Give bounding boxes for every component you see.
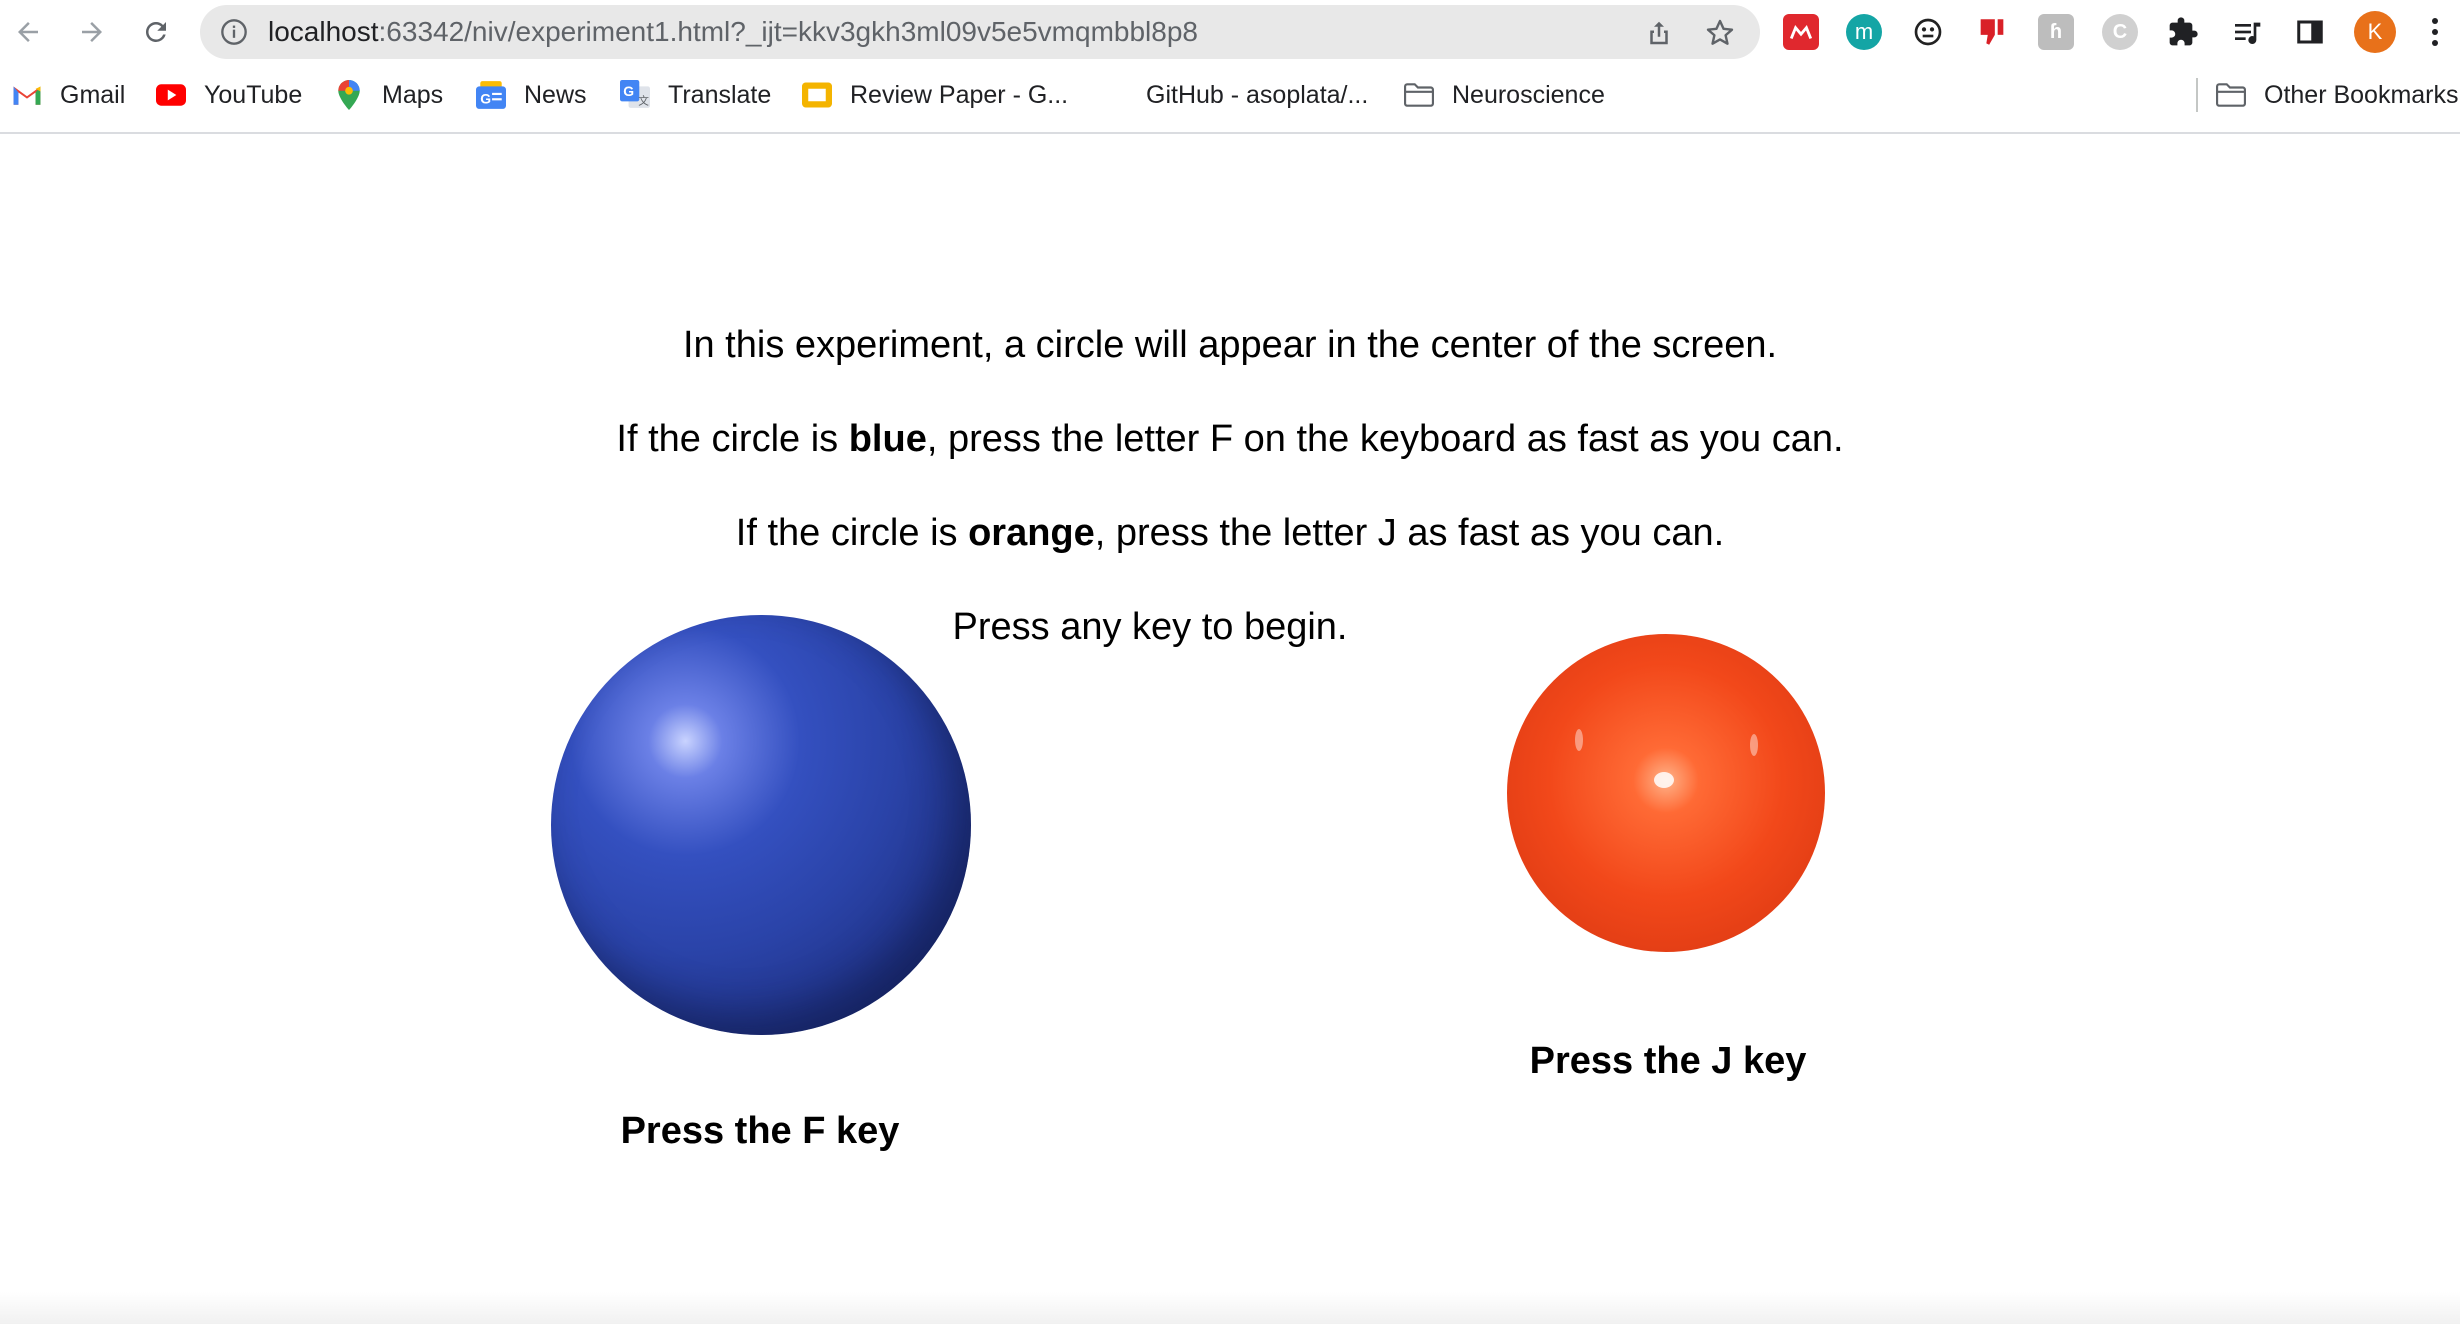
puzzle-face-glyph-icon [1914, 18, 1942, 46]
thumbs-down-glyph-icon [1980, 19, 2004, 45]
bookmark-label: YouTube [204, 80, 303, 109]
github-icon [1098, 80, 1128, 110]
bookmark-label: Translate [668, 80, 772, 109]
bookmark-github[interactable]: GitHub - asoplata/... [1098, 64, 1368, 126]
reload-button[interactable] [136, 12, 176, 52]
side-panel-icon[interactable] [2292, 14, 2328, 50]
back-arrow-icon [18, 22, 38, 42]
bookmark-maps[interactable]: Maps [334, 64, 443, 126]
youtube-icon [156, 80, 186, 110]
blue-word: blue [848, 418, 927, 460]
translate-icon: G文 [620, 80, 650, 110]
bookmark-label: Gmail [60, 80, 126, 109]
extensions-puzzle-icon[interactable] [2165, 14, 2201, 50]
browser-toolbar: localhost:63342/niv/experiment1.html?_ij… [0, 0, 2460, 64]
bookmark-label: Review Paper - G... [850, 80, 1069, 109]
instruction-line-2: If the circle is blue, press the letter … [0, 418, 2460, 461]
slides-icon [802, 80, 832, 110]
orange-highlight [1654, 772, 1674, 788]
page-bottom-edge [0, 1292, 2460, 1324]
c-extension-letter: C [2112, 20, 2128, 43]
instruction-line-1: In this experiment, a circle will appear… [0, 324, 2460, 367]
instruction-text: , press the letter F on the keyboard as … [926, 418, 1844, 460]
kebab-menu-icon[interactable] [2425, 14, 2445, 50]
address-bar[interactable]: localhost:63342/niv/experiment1.html?_ij… [200, 5, 1760, 59]
instruction-text: Press any key to begin. [952, 606, 1348, 648]
bookmark-news[interactable]: G News [476, 64, 587, 126]
bookmark-translate[interactable]: G文 Translate [620, 64, 771, 126]
svg-text:文: 文 [638, 95, 649, 108]
bookmarks-separator [2196, 78, 2198, 112]
caption-f-key: Press the F key [620, 1110, 900, 1152]
bookmark-other[interactable]: Other Bookmarks [2216, 64, 2459, 126]
bookmark-neuroscience[interactable]: Neuroscience [1404, 64, 1605, 126]
c-extension-icon[interactable]: C [2102, 14, 2138, 50]
svg-text:G: G [623, 83, 634, 99]
instruction-text: If the circle is [616, 418, 849, 460]
info-icon[interactable] [220, 18, 248, 46]
svg-text:G: G [480, 91, 491, 107]
puzzle-face-icon[interactable] [1910, 14, 1946, 50]
instruction-line-4: Press any key to begin. [0, 606, 2380, 649]
reload-icon [145, 21, 166, 42]
orange-highlight [1575, 729, 1583, 751]
url-host: localhost [268, 16, 379, 47]
orange-circle-image [1507, 634, 1825, 952]
bookmark-youtube[interactable]: YouTube [156, 64, 302, 126]
bookmark-label: Neuroscience [1452, 80, 1605, 109]
bookmark-label: Other Bookmarks [2264, 80, 2459, 109]
side-panel-glyph-icon [2297, 20, 2323, 44]
blue-circle-image [551, 615, 971, 1035]
bookmarks-bar: Gmail YouTube Maps G News G文 Translate R… [0, 64, 2460, 134]
profile-avatar[interactable]: K [2354, 11, 2396, 53]
mendeley-glyph-icon [1789, 24, 1813, 40]
mendeley-icon[interactable] [1783, 14, 1819, 50]
m-extension-icon[interactable]: m [1846, 14, 1882, 50]
puzzle-glyph-icon [2169, 17, 2198, 46]
back-button[interactable] [8, 12, 48, 52]
thumbs-down-icon[interactable] [1974, 14, 2010, 50]
bookmark-label: News [524, 80, 587, 109]
profile-initial: K [2367, 19, 2383, 44]
share-icon[interactable] [1644, 18, 1674, 48]
instruction-text: In this experiment, a circle will appear… [682, 324, 1778, 366]
maps-icon [334, 80, 364, 110]
orange-word: orange [968, 512, 1095, 554]
h-extension-letter: ɦ [2049, 20, 2063, 43]
url-text[interactable]: localhost:63342/niv/experiment1.html?_ij… [268, 5, 1198, 59]
bookmark-gmail[interactable]: Gmail [12, 64, 125, 126]
url-path: :63342/niv/experiment1.html?_ijt=kkv3gkh… [378, 16, 1198, 47]
reading-list-glyph-icon [2235, 22, 2261, 45]
gmail-icon [12, 80, 42, 110]
instruction-text: , press the letter J as fast as you can. [1094, 512, 1725, 554]
bookmark-label: GitHub - asoplata/... [1146, 80, 1369, 109]
bookmark-star-icon[interactable] [1704, 17, 1736, 49]
caption-j-key: Press the J key [1529, 1040, 1807, 1082]
news-icon: G [476, 80, 506, 110]
h-extension-icon[interactable]: ɦ [2038, 14, 2074, 50]
bookmark-label: Maps [382, 80, 444, 109]
reading-list-icon[interactable] [2229, 14, 2265, 50]
m-extension-letter: m [1854, 19, 1874, 44]
folder-icon [2216, 80, 2246, 110]
forward-arrow-icon [82, 22, 102, 42]
page-content: In this experiment, a circle will appear… [0, 134, 2460, 1324]
bookmark-review-paper[interactable]: Review Paper - G... [802, 64, 1068, 126]
orange-highlight [1750, 734, 1758, 756]
instruction-text: If the circle is [735, 512, 969, 554]
forward-button[interactable] [72, 12, 112, 52]
folder-icon [1404, 80, 1434, 110]
instruction-line-3: If the circle is orange, press the lette… [0, 512, 2460, 555]
